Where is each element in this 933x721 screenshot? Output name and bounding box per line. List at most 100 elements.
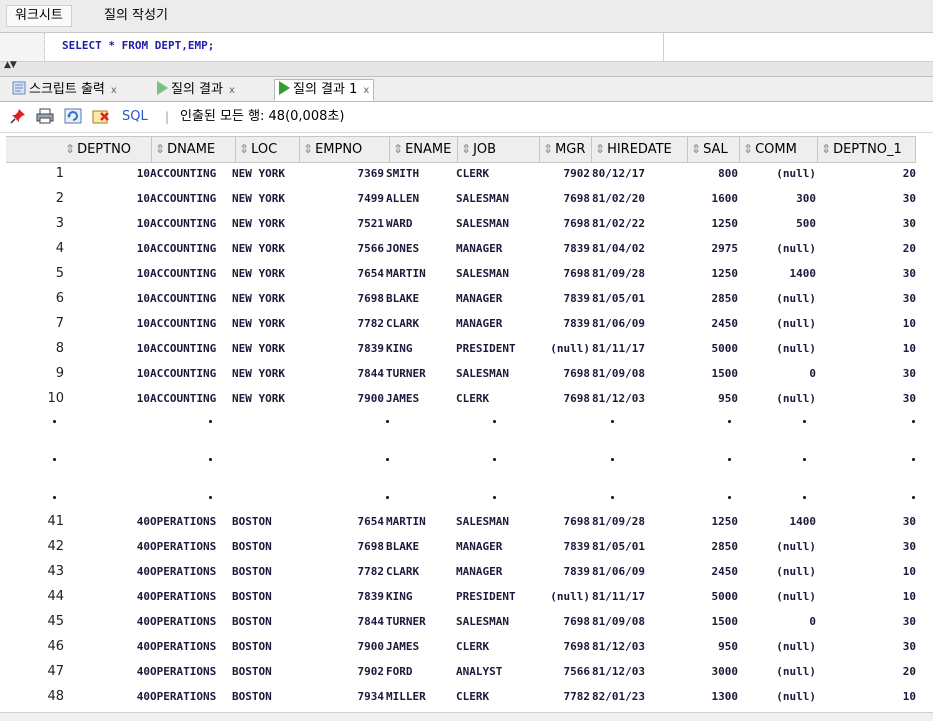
table-row[interactable]: 44 40 OPERATIONS BOSTON 7839 KING PRESIDENT (nu…: [6, 585, 918, 609]
cell-mgr[interactable]: 7839: [536, 560, 591, 584]
table-row[interactable]: 43 40 OPERATIONS BOSTON 7782 CLARK MANAGER 7839…: [6, 560, 918, 584]
tab-worksheet[interactable]: 워크시트: [6, 5, 72, 27]
cell-deptno[interactable]: 10: [66, 162, 150, 186]
row-number[interactable]: 41: [6, 510, 64, 534]
cell-deptno[interactable]: 40: [66, 535, 150, 559]
cell-ename[interactable]: CLARK: [386, 560, 452, 584]
cell-sal[interactable]: 1600: [686, 187, 739, 211]
cell-deptno_1[interactable]: 30: [816, 187, 916, 211]
cell-comm[interactable]: (null): [738, 560, 816, 584]
cell-mgr[interactable]: 7698: [536, 187, 591, 211]
cell-ename[interactable]: BLAKE: [386, 287, 452, 311]
cell-empno[interactable]: 7844: [296, 362, 385, 386]
sort-icon[interactable]: ⇕: [239, 142, 249, 156]
pane-splitter[interactable]: ▲▼: [0, 60, 933, 77]
cell-hiredate[interactable]: 81/09/28: [592, 262, 688, 286]
cell-comm[interactable]: (null): [738, 660, 816, 684]
cell-sal[interactable]: 800: [686, 162, 738, 186]
cell-empno[interactable]: 7566: [296, 237, 385, 261]
cell-sal[interactable]: 1250: [686, 510, 739, 534]
cell-dname[interactable]: ACCOUNTING: [150, 287, 232, 311]
table-row[interactable]: 47 40 OPERATIONS BOSTON 7902 FORD ANALYST 7566 8…: [6, 660, 918, 684]
cell-empno[interactable]: 7839: [296, 585, 385, 609]
sort-icon[interactable]: ⇕: [155, 142, 165, 156]
cell-mgr[interactable]: 7698: [536, 262, 591, 286]
cell-sal[interactable]: 2850: [686, 535, 739, 559]
cell-sal[interactable]: 5000: [686, 337, 739, 361]
tab-query-builder[interactable]: 질의 작성기: [104, 6, 168, 26]
cell-deptno_1[interactable]: 30: [816, 635, 916, 659]
cell-ename[interactable]: TURNER: [386, 610, 452, 634]
cell-dname[interactable]: ACCOUNTING: [150, 212, 232, 236]
cell-ename[interactable]: ALLEN: [386, 187, 452, 211]
cell-dname[interactable]: ACCOUNTING: [150, 262, 232, 286]
row-number[interactable]: 46: [6, 635, 64, 659]
column-header-mgr[interactable]: ⇕ MGR: [540, 136, 592, 163]
cell-comm[interactable]: 1400: [738, 510, 817, 534]
cell-dname[interactable]: ACCOUNTING: [150, 237, 232, 261]
cell-loc[interactable]: BOSTON: [232, 635, 296, 659]
table-row[interactable]: 46 40 OPERATIONS BOSTON 7900 JAMES CLERK 7698 81…: [6, 635, 918, 659]
cell-job[interactable]: PRESIDENT: [456, 337, 538, 361]
sql-editor[interactable]: SELECT * FROM DEPT,EMP;: [0, 33, 933, 62]
cell-sal[interactable]: 5000: [686, 585, 739, 609]
cell-empno[interactable]: 7844: [296, 610, 385, 634]
cell-deptno_1[interactable]: 30: [816, 287, 916, 311]
row-number[interactable]: 48: [6, 685, 64, 709]
cell-sal[interactable]: 950: [686, 387, 738, 411]
cell-dname[interactable]: OPERATIONS: [150, 610, 232, 634]
cell-dname[interactable]: OPERATIONS: [150, 585, 232, 609]
table-row[interactable]: 42 40 OPERATIONS BOSTON 7698 BLAKE MANAGER 7839…: [6, 535, 918, 559]
cell-mgr[interactable]: 7698: [536, 212, 591, 236]
cell-deptno[interactable]: 10: [66, 187, 150, 211]
cell-dname[interactable]: ACCOUNTING: [150, 387, 232, 411]
cell-deptno[interactable]: 40: [66, 610, 150, 634]
cell-sal[interactable]: 1500: [686, 362, 739, 386]
cell-mgr[interactable]: 7839: [536, 312, 591, 336]
cell-job[interactable]: SALESMAN: [456, 262, 538, 286]
cell-loc[interactable]: NEW YORK: [232, 387, 296, 411]
cell-hiredate[interactable]: 81/05/01: [592, 535, 688, 559]
table-row[interactable]: 3 10 ACCOUNTING NEW YORK 7521 WARD SALESMAN 769…: [6, 212, 918, 236]
cell-loc[interactable]: NEW YORK: [232, 312, 296, 336]
cell-empno[interactable]: 7782: [296, 560, 385, 584]
table-row[interactable]: 45 40 OPERATIONS BOSTON 7844 TURNER SALESMAN 76…: [6, 610, 918, 634]
cell-comm[interactable]: (null): [738, 337, 816, 361]
cell-deptno_1[interactable]: 30: [816, 362, 916, 386]
table-row[interactable]: 1 10 ACCOUNTING NEW YORK 7369 SMITH CLERK 7902 8…: [6, 162, 918, 186]
cell-hiredate[interactable]: 81/12/03: [592, 387, 688, 411]
row-number[interactable]: 44: [6, 585, 64, 609]
column-header-dname[interactable]: ⇕ DNAME: [152, 136, 236, 163]
table-row[interactable]: 6 10 ACCOUNTING NEW YORK 7698 BLAKE MANAGER 783…: [6, 287, 918, 311]
cell-hiredate[interactable]: 81/04/02: [592, 237, 688, 261]
cell-sal[interactable]: 2450: [686, 312, 739, 336]
cell-sal[interactable]: 1250: [686, 212, 739, 236]
cell-ename[interactable]: TURNER: [386, 362, 452, 386]
cell-deptno[interactable]: 40: [66, 635, 150, 659]
cell-hiredate[interactable]: 81/11/17: [592, 337, 688, 361]
cell-dname[interactable]: ACCOUNTING: [150, 187, 232, 211]
table-row[interactable]: 41 40 OPERATIONS BOSTON 7654 MARTIN SALESMAN 76…: [6, 510, 918, 534]
cell-job[interactable]: MANAGER: [456, 535, 538, 559]
column-header-job[interactable]: ⇕ JOB: [458, 136, 540, 163]
cell-job[interactable]: SALESMAN: [456, 362, 538, 386]
cell-job[interactable]: CLERK: [456, 162, 538, 186]
cell-loc[interactable]: NEW YORK: [232, 187, 296, 211]
cell-deptno_1[interactable]: 20: [816, 162, 916, 186]
cell-mgr[interactable]: 7839: [536, 237, 591, 261]
cell-dname[interactable]: ACCOUNTING: [150, 362, 232, 386]
cell-dname[interactable]: OPERATIONS: [150, 560, 232, 584]
cell-loc[interactable]: BOSTON: [232, 685, 296, 709]
cell-deptno[interactable]: 10: [66, 387, 150, 411]
close-tab-icon[interactable]: x: [111, 85, 117, 96]
cell-comm[interactable]: (null): [738, 535, 816, 559]
sql-link[interactable]: SQL: [122, 108, 148, 126]
cell-mgr[interactable]: (null): [536, 337, 590, 361]
cell-dname[interactable]: OPERATIONS: [150, 685, 232, 709]
cell-empno[interactable]: 7654: [296, 262, 385, 286]
cell-comm[interactable]: 0: [738, 362, 816, 386]
column-header-empno[interactable]: ⇕ EMPNO: [300, 136, 390, 163]
cell-ename[interactable]: WARD: [386, 212, 452, 236]
row-number[interactable]: 45: [6, 610, 64, 634]
table-row[interactable]: 2 10 ACCOUNTING NEW YORK 7499 ALLEN SALESMAN 76…: [6, 187, 918, 211]
